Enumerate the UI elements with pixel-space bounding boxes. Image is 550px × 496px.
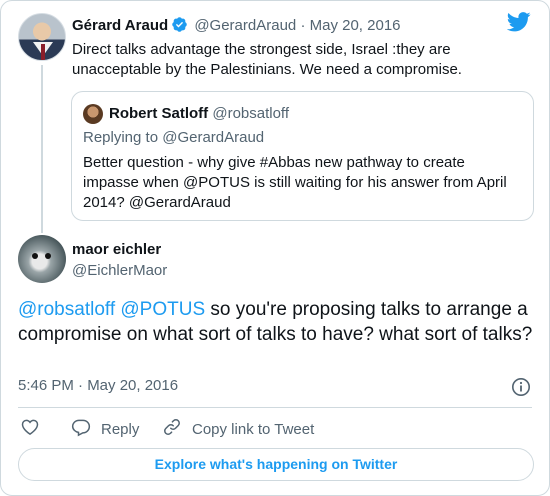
parent-tweet-header: Gérard Araud @GerardAraud · May 20, 2016 bbox=[72, 16, 401, 37]
dot-separator: · bbox=[300, 17, 306, 34]
avatar-robert-satloff[interactable] bbox=[83, 104, 103, 124]
copy-link-button[interactable]: Copy link to Tweet bbox=[162, 417, 314, 441]
quoted-author-handle[interactable]: @robsatloff bbox=[212, 105, 289, 122]
like-button[interactable] bbox=[20, 417, 50, 441]
tweet-embed-card: Gérard Araud @GerardAraud · May 20, 2016… bbox=[0, 0, 550, 496]
quoted-tweet-header: Robert Satloff @robsatloff bbox=[109, 105, 289, 122]
info-icon[interactable] bbox=[511, 377, 531, 402]
quoted-author-name[interactable]: Robert Satloff bbox=[109, 105, 208, 122]
thread-connector-line bbox=[41, 65, 43, 233]
replying-to-label: Replying to @GerardAraud bbox=[83, 129, 265, 146]
heart-icon bbox=[20, 417, 50, 441]
verified-badge-icon bbox=[171, 16, 188, 37]
author-name[interactable]: Gérard Araud bbox=[72, 17, 168, 34]
reply-button[interactable]: Reply bbox=[71, 417, 139, 441]
quoted-tweet[interactable]: Robert Satloff @robsatloff Replying to @… bbox=[71, 91, 534, 221]
action-divider bbox=[18, 407, 532, 408]
mention-potus[interactable]: @POTUS bbox=[120, 299, 205, 320]
tweet-date[interactable]: May 20, 2016 bbox=[310, 17, 401, 34]
tweet-timestamp[interactable]: 5:46 PM · May 20, 2016 bbox=[18, 377, 178, 394]
parent-tweet-text: Direct talks advantage the strongest sid… bbox=[72, 41, 462, 78]
author-handle[interactable]: @GerardAraud bbox=[194, 17, 296, 34]
quoted-tweet-text: Better question - why give #Abbas new pa… bbox=[83, 154, 507, 211]
avatar-gerard-araud[interactable] bbox=[18, 13, 66, 61]
main-author-handle[interactable]: @EichlerMaor bbox=[72, 262, 167, 279]
explore-twitter-button[interactable]: Explore what's happening on Twitter bbox=[18, 448, 534, 481]
twitter-bird-icon[interactable] bbox=[506, 12, 531, 37]
main-tweet-text: @robsatloff @POTUS so you're proposing t… bbox=[18, 297, 538, 347]
copy-link-label: Copy link to Tweet bbox=[192, 420, 315, 438]
main-author-name[interactable]: maor eichler bbox=[72, 241, 161, 258]
avatar-maor-eichler[interactable] bbox=[18, 235, 66, 283]
reply-label: Reply bbox=[101, 420, 140, 438]
reply-bubble-icon bbox=[71, 417, 101, 441]
link-icon bbox=[162, 417, 192, 441]
mention-robsatloff[interactable]: @robsatloff bbox=[18, 299, 115, 320]
